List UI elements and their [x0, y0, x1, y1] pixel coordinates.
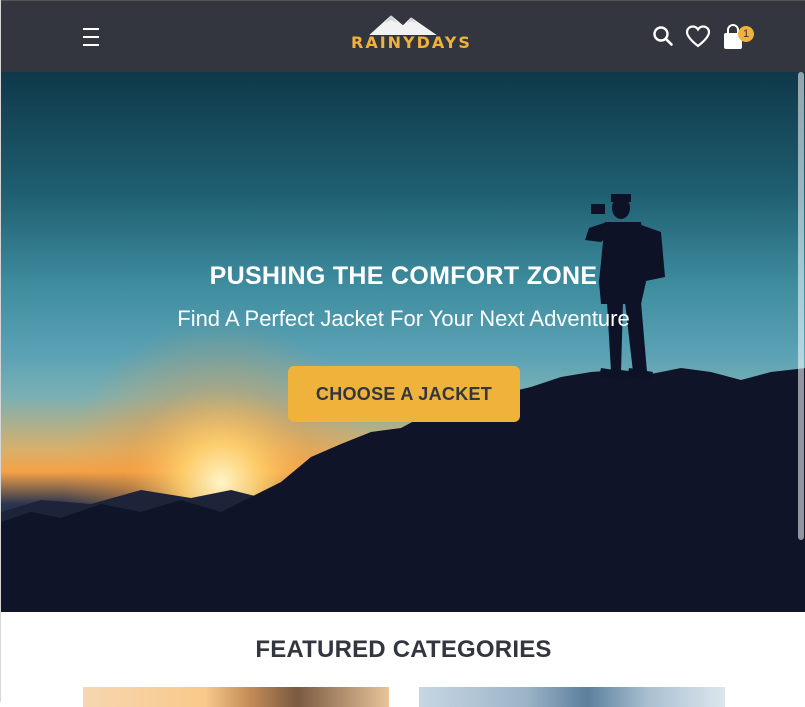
- heart-icon: [685, 25, 711, 48]
- hero-banner: PUSHING THE COMFORT ZONE Find A Perfect …: [1, 72, 805, 612]
- category-card-2[interactable]: [419, 687, 725, 707]
- search-icon: [653, 26, 673, 46]
- logo-text: RAINYDAYS: [351, 33, 472, 52]
- menu-icon[interactable]: [81, 28, 101, 46]
- choose-jacket-button[interactable]: CHOOSE A JACKET: [288, 366, 520, 422]
- logo[interactable]: RAINYDAYS: [351, 11, 472, 59]
- cart-button[interactable]: 1: [721, 23, 754, 51]
- hero-subtitle: Find A Perfect Jacket For Your Next Adve…: [177, 306, 630, 331]
- hero-background-image: [1, 194, 805, 612]
- wishlist-button[interactable]: [685, 25, 711, 49]
- cart-count-badge: 1: [738, 26, 754, 42]
- featured-categories-heading: FEATURED CATEGORIES: [255, 636, 552, 663]
- scrollbar-thumb[interactable]: [798, 72, 804, 540]
- search-button[interactable]: [652, 25, 674, 47]
- category-card-1[interactable]: [83, 687, 389, 707]
- hero-title: PUSHING THE COMFORT ZONE: [209, 262, 598, 290]
- site-header: RAINYDAYS 1: [1, 0, 805, 72]
